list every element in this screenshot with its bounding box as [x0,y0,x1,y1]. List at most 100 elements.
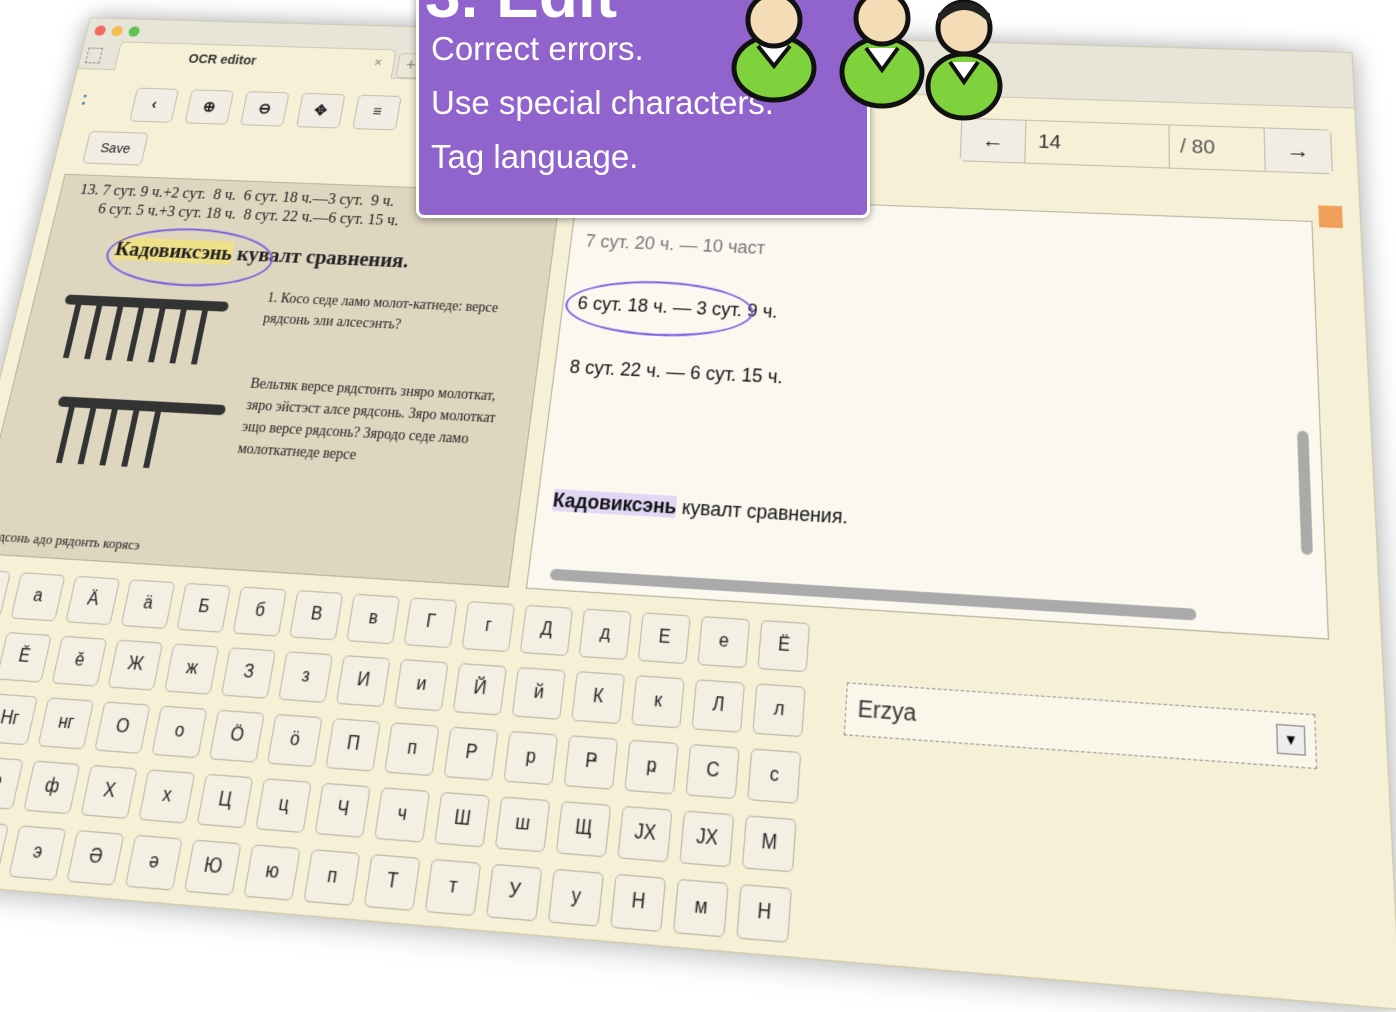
tab-title: OCR editor [187,51,257,67]
char-key[interactable]: ф [23,760,81,814]
toolbar: ‹ ⊕ ⊖ ✥ ≡ [129,88,401,131]
char-key[interactable]: О [94,701,151,754]
page-number-input[interactable]: 14 [1024,121,1168,168]
char-key[interactable]: Х [80,765,137,819]
callout-heading: 3. Edit [425,0,617,27]
char-key[interactable]: Д [520,605,574,656]
char-key[interactable]: с [747,748,801,804]
char-key[interactable]: б [232,586,287,636]
status-marker [1318,205,1343,228]
char-key[interactable]: З [221,647,276,699]
char-key[interactable]: ж [164,643,220,694]
char-key[interactable]: Ч [314,783,371,838]
char-key[interactable]: Ä [65,576,120,626]
char-key[interactable]: о [151,705,207,758]
char-key[interactable]: Ö [209,710,265,763]
char-key[interactable]: Р [443,726,498,780]
char-key[interactable]: И [336,655,391,707]
char-key[interactable]: Л [691,679,745,733]
maximize-window-icon[interactable] [127,26,140,37]
char-key[interactable]: П [325,718,381,772]
char-key[interactable]: ö [267,714,323,768]
char-key[interactable]: Е [638,612,691,664]
char-key[interactable]: п [303,849,360,906]
char-key[interactable]: Ф [0,756,24,810]
char-key[interactable]: Ю [184,839,242,895]
char-key[interactable]: р [503,731,558,786]
char-key[interactable]: Т [364,854,421,911]
char-key[interactable]: У [486,864,543,922]
char-key[interactable]: м [673,879,729,938]
char-key[interactable]: Э [0,821,9,876]
align-button[interactable]: ≡ [352,95,401,131]
char-key[interactable]: д [578,608,631,660]
char-key[interactable]: Й [453,663,508,716]
char-key[interactable]: ю [243,844,301,901]
next-page-button[interactable]: → [1264,128,1332,173]
char-key[interactable]: Ə [66,830,124,886]
char-key[interactable]: М [742,815,797,872]
char-key[interactable]: и [394,659,449,711]
zoom-out-button[interactable]: ⊖ [240,91,290,126]
char-key[interactable]: ч [374,787,430,843]
char-key[interactable]: ě [51,636,107,687]
char-key[interactable]: Г [404,597,458,648]
char-key[interactable]: к [631,675,685,729]
abacus-illustration-top [49,287,230,374]
char-key[interactable]: ЈХ [617,806,672,863]
char-key[interactable]: Б [176,583,231,633]
prev-page-button[interactable]: ← [961,119,1026,163]
char-key[interactable]: т [424,859,481,917]
close-window-icon[interactable] [94,25,107,36]
char-key[interactable]: г [461,601,515,652]
char-key[interactable]: в [346,594,400,645]
move-icon: ✥ [313,101,329,119]
char-key[interactable]: ə [125,835,183,891]
char-key[interactable]: В [289,590,343,641]
char-key[interactable]: А [0,569,11,618]
char-key[interactable]: Ш [434,792,490,848]
save-button[interactable]: Save [82,131,149,166]
char-key[interactable]: Ц [196,774,253,829]
char-key[interactable]: нг [37,697,94,749]
tab-ocr-editor[interactable]: OCR editor × [114,42,397,79]
char-key[interactable]: ä [121,579,176,629]
scan-highlight-circle [100,225,278,290]
char-key[interactable]: ҏ [624,739,679,794]
char-key[interactable]: а [10,572,65,621]
minimize-window-icon[interactable] [110,26,123,37]
char-key[interactable]: Ё [757,620,810,672]
ocr-text-editor[interactable]: 7 сут. 20 ч. — 10 част 6 сут. 18 ч. — 3 … [526,193,1329,640]
vertical-scrollbar[interactable] [1297,431,1313,556]
char-key[interactable]: з [278,651,333,703]
char-key[interactable]: ЈХ [679,810,734,867]
char-key[interactable]: Щ [556,801,612,857]
back-button[interactable]: ‹ [129,88,179,123]
scan-paragraph-1: 1. Косо седе ламо молот-катнеде: версе р… [261,288,535,342]
char-key[interactable]: ц [255,778,312,833]
char-key[interactable]: Н [736,884,792,943]
char-key[interactable]: л [752,683,805,737]
abacus-illustration-bottom [42,388,228,480]
tab-close-icon[interactable]: × [373,55,384,70]
char-key[interactable]: э [8,825,66,881]
char-key[interactable]: й [512,667,566,720]
char-key[interactable]: Нг [0,693,38,745]
chevron-down-icon[interactable]: ▼ [1276,724,1306,756]
char-key[interactable]: ш [495,796,551,852]
char-key[interactable]: К [571,671,625,724]
char-key[interactable]: х [138,769,195,824]
char-key[interactable]: Ě [0,632,52,683]
zoom-in-button[interactable]: ⊕ [184,89,234,124]
char-key[interactable]: у [548,869,604,927]
char-key[interactable]: п [384,722,440,776]
char-key[interactable]: е [697,616,750,668]
char-key[interactable]: С [685,744,739,799]
editor-content[interactable]: 7 сут. 20 ч. — 10 част 6 сут. 18 ч. — 3 … [546,202,1281,597]
char-key[interactable]: Ҏ [563,735,618,790]
move-button[interactable]: ✥ [296,93,346,129]
char-key[interactable]: Н [610,874,666,933]
char-key[interactable]: Ж [108,639,164,690]
chevron-left-icon: ‹ [150,97,159,113]
scanned-page-image[interactable]: 13. 7 сут. 9 ч.+2 сут. 8 ч. 6 сут. 18 ч.… [0,174,561,588]
